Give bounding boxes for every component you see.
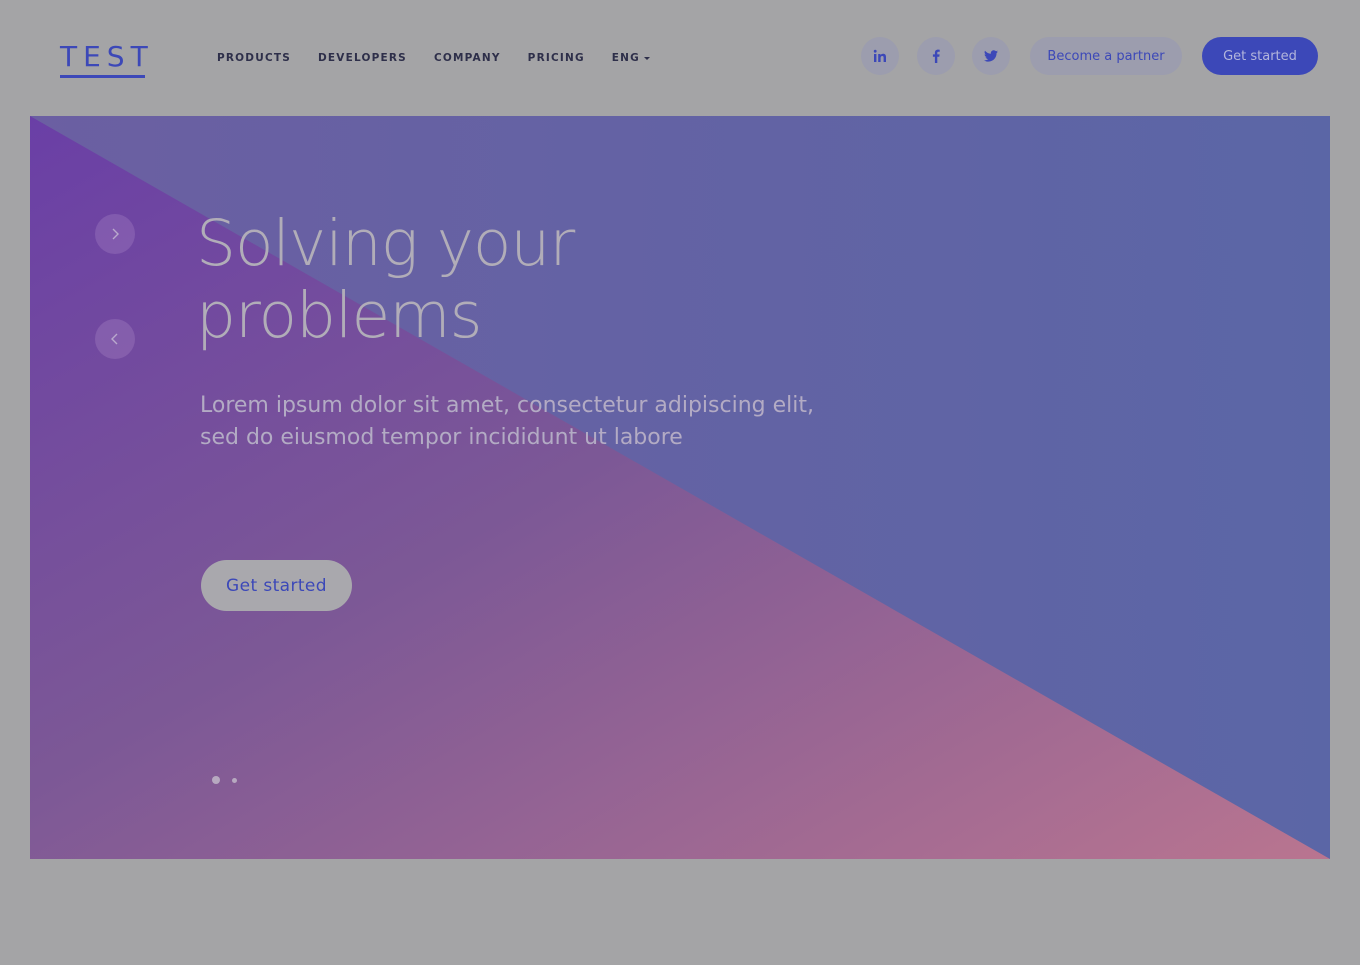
hero-title-line-2: problems [196, 279, 483, 352]
nav-item-products[interactable]: PRODUCTS [217, 52, 291, 64]
logo-text: TEST [60, 40, 154, 73]
hero-title: Solving your problems [196, 208, 896, 352]
logo[interactable]: TEST [60, 40, 148, 80]
hero-title-line-1: Solving your [196, 207, 575, 280]
header-get-started-button[interactable]: Get started [1202, 37, 1318, 75]
hero-subtitle: Lorem ipsum dolor sit amet, consectetur … [200, 393, 814, 450]
hero-get-started-button[interactable]: Get started [201, 560, 352, 611]
slide-dot-2[interactable] [232, 777, 237, 783]
facebook-button[interactable] [917, 37, 955, 75]
twitter-icon [984, 50, 998, 62]
chevron-left-icon [111, 333, 118, 345]
twitter-button[interactable] [972, 37, 1010, 75]
language-dropdown[interactable]: ENG [612, 52, 650, 64]
nav-item-pricing[interactable]: PRICING [528, 52, 585, 64]
main-nav: PRODUCTS DEVELOPERS COMPANY PRICING ENG [217, 50, 650, 66]
logo-underline [60, 75, 145, 78]
linkedin-button[interactable] [861, 37, 899, 75]
slider-pagination [212, 776, 237, 784]
slider-next-button[interactable] [95, 214, 135, 254]
facebook-icon [932, 49, 940, 63]
become-partner-button[interactable]: Become a partner [1030, 37, 1182, 75]
nav-item-company[interactable]: COMPANY [434, 52, 501, 64]
language-label: ENG [611, 52, 640, 64]
chevron-right-icon [112, 228, 119, 240]
hero-section: Solving your problems Lorem ipsum dolor … [30, 116, 1330, 859]
nav-item-developers[interactable]: DEVELOPERS [318, 52, 407, 64]
linkedin-icon [873, 49, 886, 62]
slide-dot-1[interactable] [212, 776, 220, 784]
caret-down-icon [643, 56, 650, 60]
slider-prev-button[interactable] [95, 319, 135, 359]
